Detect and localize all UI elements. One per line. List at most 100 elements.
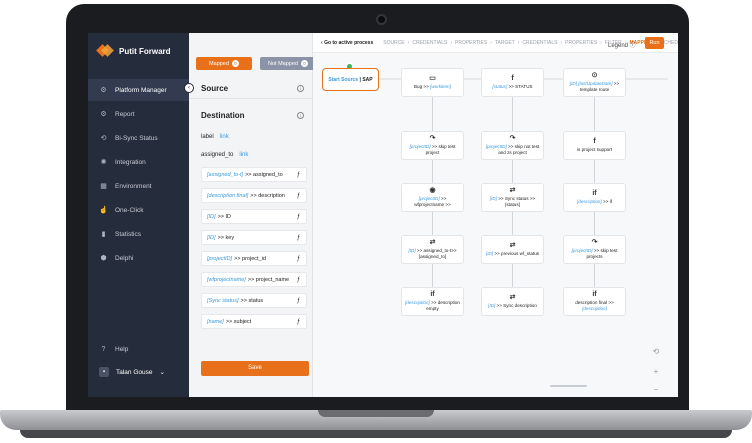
node-type-icon: f: [511, 75, 514, 83]
back-link[interactable]: ‹ Go to active process: [321, 40, 373, 46]
node-label-part: >> Sync status >> [status]: [496, 196, 536, 207]
sidebar-item-statistics[interactable]: ▮ Statistics: [88, 223, 189, 245]
node-label-part: >> description empty: [426, 300, 460, 311]
start-source-node[interactable]: Start Source | SAP: [322, 68, 379, 91]
mapping-row[interactable]: [ID] >> key ƒ: [201, 230, 307, 245]
mapping-destination: project_name: [255, 276, 290, 283]
flow-node[interactable]: if [description] >> description empty: [401, 287, 464, 316]
flow-node[interactable]: ⇄ [ID] >> assigned_to-t>> [assigned_to]: [401, 235, 464, 264]
breadcrumb-step-properties[interactable]: PROPERTIES: [565, 40, 597, 46]
run-button[interactable]: Run: [645, 37, 664, 49]
flow-node[interactable]: ◉ [projectID] >> wfprojectname >>: [401, 183, 464, 212]
field-link[interactable]: link: [239, 152, 248, 158]
tab-not-mapped-label: Not Mapped: [268, 60, 298, 67]
logo[interactable]: Putit Forward: [96, 43, 171, 59]
node-label: [projectID] >> wfprojectname >>: [404, 196, 461, 207]
sidebar-item-label: Integration: [115, 158, 146, 166]
function-icon[interactable]: ƒ: [297, 256, 300, 262]
function-icon[interactable]: ƒ: [297, 319, 300, 325]
reset-zoom-icon[interactable]: ⟲: [650, 346, 662, 358]
flow-node[interactable]: f [status] >> STATUS: [481, 68, 544, 97]
help-link[interactable]: ? Help: [99, 345, 129, 354]
save-button[interactable]: Save: [201, 361, 309, 376]
laptop-frame: Putit Forward ⚙ Platform Manager ‹ ⚙ Rep…: [0, 0, 752, 443]
breadcrumb-step-properties[interactable]: PROPERTIES: [455, 40, 487, 46]
breadcrumb-step-target[interactable]: TARGET: [495, 40, 515, 46]
breadcrumb-step-credentials[interactable]: CREDENTIALS: [522, 40, 557, 46]
flow-node[interactable]: ⇄ [ID] >> Sync description: [481, 287, 544, 316]
flow-node[interactable]: ↷ [projectID] >> skip not test and zs pro…: [481, 131, 544, 160]
flow-node[interactable]: if description final >> [description]: [563, 287, 626, 316]
legend-button[interactable]: Legend ⓘ: [608, 40, 636, 49]
node-label-part: >> if: [601, 199, 612, 205]
info-icon[interactable]: i: [297, 85, 304, 92]
sidebar-item-bi-sync-status[interactable]: ⟲ Bi-Sync Status: [88, 127, 189, 149]
node-label-part: [projectID]: [418, 196, 440, 202]
mapping-source: [name]: [207, 318, 224, 325]
flow-node[interactable]: ↷ [projectID] >> skip test projects: [563, 235, 626, 264]
breadcrumb-step-credentials[interactable]: CREDENTIALS: [412, 40, 447, 46]
laptop-notch: [318, 410, 434, 417]
sidebar-item-label: Report: [115, 110, 135, 118]
node-label-part: >> assigned_to-t>> [assigned_to]: [415, 248, 457, 259]
tab-mapped[interactable]: Mapped 0: [196, 57, 252, 70]
sidebar-item-environment[interactable]: ▦ Environment: [88, 175, 189, 197]
function-icon[interactable]: ƒ: [297, 172, 300, 178]
zoom-out-icon[interactable]: −: [650, 384, 662, 396]
flow-node[interactable]: ▭ Bug >> [workitem]: [401, 68, 464, 97]
sidebar-item-label: Statistics: [115, 230, 142, 238]
logo-mark-icon: [96, 43, 114, 59]
field-label: label link: [201, 134, 229, 140]
node-label: [description] >> description empty: [404, 300, 461, 311]
mapping-row[interactable]: [wfprojectname] >> project_name ƒ: [201, 272, 307, 287]
flow-node[interactable]: ⊙ [ID] [lastUpdateDate] >> template route: [563, 68, 626, 97]
mapping-source: [description final]: [207, 192, 249, 199]
flow-node[interactable]: ↷ [projectID] >> skip test project: [401, 131, 464, 160]
mapping-row[interactable]: [description final] >> description ƒ: [201, 188, 307, 203]
node-label: [ID] >> Sync status >> [status]: [484, 196, 541, 207]
mapping-row[interactable]: [assigned_to-t] >> assigned_to ƒ: [201, 167, 307, 182]
breadcrumb-step-source[interactable]: SOURCE: [383, 40, 404, 46]
help-icon: ?: [101, 346, 106, 353]
flow-node[interactable]: f is project support: [563, 131, 626, 160]
node-label: Bug >> [workitem]: [414, 84, 451, 90]
mapping-row[interactable]: [ID] >> ID ƒ: [201, 209, 307, 224]
flow-node[interactable]: ⇄ [ID] >> previous wf_status: [481, 235, 544, 264]
mapping-row[interactable]: [name] >> subject ƒ: [201, 314, 307, 329]
sidebar-item-report[interactable]: ⚙ Report: [88, 103, 189, 125]
chevron-right-icon: ›: [560, 39, 563, 46]
pointer-icon: ☝: [99, 206, 108, 214]
flow-canvas[interactable]: Start Source | SAP ⟲ + − ▭ Bug >> [workit…: [313, 53, 678, 397]
horizontal-scrollbar[interactable]: [550, 385, 587, 387]
function-icon[interactable]: ƒ: [297, 214, 300, 220]
sidebar-item-delphi[interactable]: ⬢ Delphi: [88, 247, 189, 269]
chevron-right-icon: ›: [517, 39, 520, 46]
node-type-icon: ⇄: [509, 187, 516, 195]
sidebar-item-integration[interactable]: ✺ Integration: [88, 151, 189, 173]
node-label-part: >> skip test project: [425, 144, 456, 155]
field-key: label: [201, 134, 214, 140]
node-label-part: [ID]: [408, 248, 416, 254]
function-icon[interactable]: ƒ: [297, 193, 300, 199]
collapse-sidebar-button[interactable]: ‹: [184, 83, 194, 93]
flow-node[interactable]: ⇄ [ID] >> Sync status >> [status]: [481, 183, 544, 212]
user-menu[interactable]: ▪ Talan Gouse ⌄: [99, 367, 165, 377]
node-type-icon: if: [592, 190, 597, 198]
sidebar-item-one-click[interactable]: ☝ One-Click: [88, 199, 189, 221]
node-type-icon: ⇄: [509, 294, 516, 302]
mapping-row[interactable]: [Sync status] >> status ƒ: [201, 293, 307, 308]
field-key: assigned_to: [201, 152, 234, 158]
start-source-label: Start Source: [328, 76, 359, 83]
sidebar-item-platform-manager[interactable]: ⚙ Platform Manager: [88, 79, 189, 101]
node-label-part: [projectID]: [485, 144, 507, 150]
flow-node[interactable]: if [description] >> if: [563, 183, 626, 212]
function-icon[interactable]: ƒ: [297, 277, 300, 283]
field-link[interactable]: link: [220, 134, 229, 140]
tab-not-mapped[interactable]: Not Mapped 0: [260, 57, 316, 70]
node-label: [ID] >> Sync description: [488, 303, 537, 309]
function-icon[interactable]: ƒ: [297, 235, 300, 241]
function-icon[interactable]: ƒ: [297, 298, 300, 304]
mapping-row[interactable]: [projectID] >> project_id ƒ: [201, 251, 307, 266]
info-icon[interactable]: i: [297, 112, 304, 119]
zoom-in-icon[interactable]: +: [650, 366, 662, 378]
